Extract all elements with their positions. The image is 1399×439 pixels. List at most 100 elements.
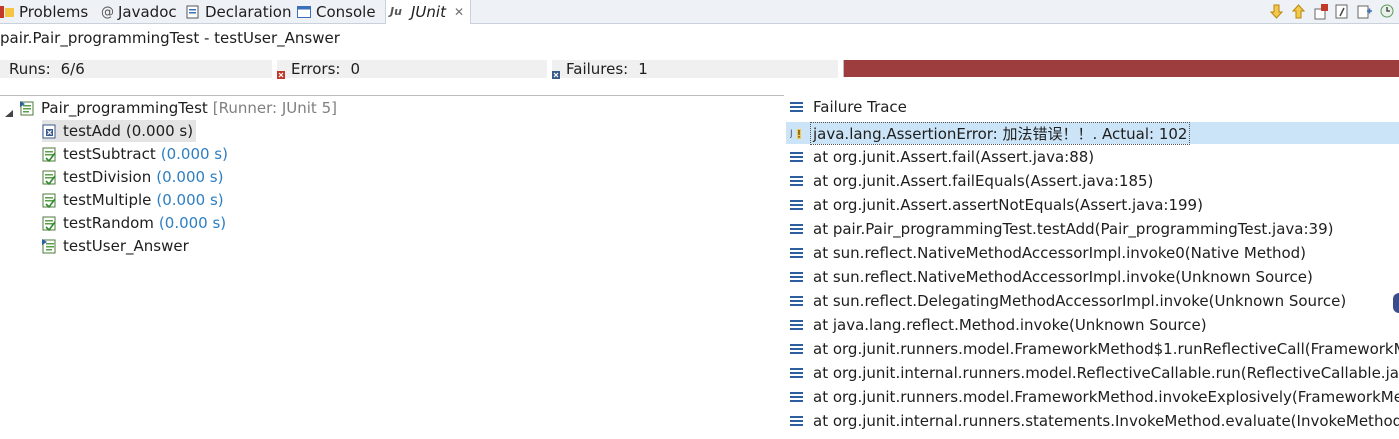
stack-frame-icon xyxy=(790,223,803,235)
svg-text:J: J xyxy=(790,129,793,139)
junit-icon: Ju xyxy=(390,5,402,18)
trace-text: at org.junit.Assert.fail(Assert.java:88) xyxy=(813,148,1095,166)
test-running-icon xyxy=(42,238,58,254)
test-time: (0.000 s) xyxy=(158,214,227,232)
tree-item-testrandom[interactable]: testRandom (0.000 s) xyxy=(42,212,226,234)
javadoc-icon: @ xyxy=(101,4,114,20)
stack-frame-icon xyxy=(790,199,803,211)
stack-frame-icon xyxy=(790,247,803,259)
trace-line[interactable]: at org.junit.Assert.failEquals(Assert.ja… xyxy=(790,170,1153,192)
scroll-lock-icon[interactable] xyxy=(1334,3,1351,20)
tree-item-testsubtract[interactable]: testSubtract (0.000 s) xyxy=(42,143,228,165)
trace-line[interactable]: at org.junit.runners.model.FrameworkMeth… xyxy=(790,386,1399,408)
trace-line[interactable]: at pair.Pair_programmingTest.testAdd(Pai… xyxy=(790,218,1333,240)
test-time: (0.000 s) xyxy=(156,191,224,209)
stack-frame-icon xyxy=(790,175,803,187)
tab-label: Problems xyxy=(19,2,89,21)
tree-root[interactable]: Pair_programmingTest [Runner: JUnit 5] xyxy=(5,97,337,119)
trace-text: at sun.reflect.DelegatingMethodAccessorI… xyxy=(813,292,1347,310)
trace-line[interactable]: at sun.reflect.NativeMethodAccessorImpl.… xyxy=(790,242,1306,264)
errors-label: Errors: xyxy=(291,60,341,78)
tree-item-testmultiple[interactable]: testMultiple (0.000 s) xyxy=(42,189,224,211)
trace-text: at pair.Pair_programmingTest.testAdd(Pai… xyxy=(813,220,1334,238)
failures-value: 1 xyxy=(638,60,648,78)
tab-label: JUnit xyxy=(411,3,446,21)
expand-icon[interactable] xyxy=(5,103,13,117)
trace-text: at sun.reflect.NativeMethodAccessorImpl.… xyxy=(813,268,1313,286)
test-time: (0.000 s) xyxy=(156,168,224,186)
close-icon[interactable]: ✕ xyxy=(454,5,464,19)
tab-problems[interactable]: Problems xyxy=(0,0,88,23)
tab-label: Declaration xyxy=(205,2,292,21)
trace-text: at org.junit.Assert.assertNotEquals(Asse… xyxy=(813,196,1203,214)
stack-frame-icon xyxy=(790,295,803,307)
stack-frame-icon xyxy=(790,271,803,283)
test-name: testSubtract xyxy=(63,145,156,163)
trace-text: java.lang.AssertionError: 加法错误！！. Actual… xyxy=(810,121,1191,145)
rerun-icon[interactable] xyxy=(1356,3,1373,20)
trace-line[interactable]: at org.junit.internal.runners.model.Refl… xyxy=(790,362,1399,384)
test-progress-bar xyxy=(843,60,1399,77)
suite-label: Pair_programmingTest xyxy=(41,99,208,117)
next-failure-icon[interactable] xyxy=(1268,3,1285,20)
failure-trace-pane: Failure Trace J java.lang.AssertionError… xyxy=(786,95,1399,439)
tab-junit[interactable]: Ju JUnit ✕ xyxy=(385,0,472,24)
test-tree: Pair_programmingTest [Runner: JUnit 5] t… xyxy=(0,97,784,439)
failures-only-icon[interactable] xyxy=(1312,3,1329,20)
trace-line[interactable]: at org.junit.internal.runners.statements… xyxy=(790,410,1399,432)
run-title: pair.Pair_programmingTest - testUser_Ans… xyxy=(0,29,340,47)
previous-failure-icon[interactable] xyxy=(1290,3,1307,20)
test-passed-icon xyxy=(42,146,58,163)
test-passed-icon xyxy=(42,192,58,209)
failure-icon xyxy=(552,65,560,79)
test-passed-icon xyxy=(42,169,58,186)
tree-item-testadd[interactable]: testAdd (0.000 s) xyxy=(42,120,197,142)
stack-frame-icon xyxy=(790,415,803,427)
exception-icon: J xyxy=(790,128,808,139)
history-icon[interactable] xyxy=(1378,3,1395,20)
tab-console[interactable]: Console xyxy=(297,0,376,23)
test-name: testRandom xyxy=(63,214,154,232)
trace-line[interactable]: J java.lang.AssertionError: 加法错误！！. Actu… xyxy=(786,121,1399,145)
trace-text: at java.lang.reflect.Method.invoke(Unkno… xyxy=(813,316,1207,334)
tab-declaration[interactable]: Declaration xyxy=(186,0,291,23)
stack-frame-icon xyxy=(790,391,803,403)
pane-divider xyxy=(0,95,784,96)
console-icon xyxy=(297,5,311,19)
trace-line[interactable]: at org.junit.runners.model.FrameworkMeth… xyxy=(790,338,1399,360)
trace-line[interactable]: at java.lang.reflect.Method.invoke(Unkno… xyxy=(790,314,1207,336)
error-icon xyxy=(277,65,285,79)
runs-value: 6/6 xyxy=(60,60,85,78)
trace-text: at org.junit.Assert.failEquals(Assert.ja… xyxy=(813,172,1154,190)
failures-counter: Failures: 1 xyxy=(552,60,838,79)
trace-line[interactable]: at sun.reflect.NativeMethodAccessorImpl.… xyxy=(790,266,1313,288)
tab-javadoc[interactable]: @ Javadoc xyxy=(101,0,177,23)
test-suite-icon xyxy=(20,100,36,116)
failure-trace-header: Failure Trace xyxy=(790,95,907,119)
test-name: testAdd xyxy=(63,122,121,140)
test-failed-icon xyxy=(42,123,58,139)
trace-text: at org.junit.runners.model.FrameworkMeth… xyxy=(813,388,1399,406)
trace-text: at org.junit.internal.runners.model.Refl… xyxy=(813,364,1399,382)
failure-trace-title: Failure Trace xyxy=(813,98,907,116)
tree-item-testuser-answer[interactable]: testUser_Answer xyxy=(42,235,189,257)
view-toolbar xyxy=(1268,0,1399,22)
stack-frame-icon xyxy=(790,151,803,163)
test-name: testMultiple xyxy=(63,191,152,209)
runs-counter: Runs: 6/6 xyxy=(0,60,272,78)
tab-label: Javadoc xyxy=(118,2,177,21)
stack-frame-icon xyxy=(790,343,803,355)
trace-line[interactable]: at sun.reflect.DelegatingMethodAccessorI… xyxy=(790,290,1346,312)
test-name: testDivision xyxy=(63,168,152,186)
scrollbar-thumb[interactable] xyxy=(1393,293,1399,313)
stack-frame-icon xyxy=(790,319,803,331)
tree-item-testdivision[interactable]: testDivision (0.000 s) xyxy=(42,166,223,188)
declaration-icon xyxy=(186,5,200,19)
test-time: (0.000 s) xyxy=(125,122,194,140)
trace-line[interactable]: at org.junit.Assert.fail(Assert.java:88) xyxy=(790,146,1094,168)
stack-frame-icon xyxy=(790,367,803,379)
runner-label: [Runner: JUnit 5] xyxy=(212,99,337,117)
tab-label: Console xyxy=(316,2,376,21)
trace-line[interactable]: at org.junit.Assert.assertNotEquals(Asse… xyxy=(790,194,1203,216)
problems-icon xyxy=(0,5,14,19)
